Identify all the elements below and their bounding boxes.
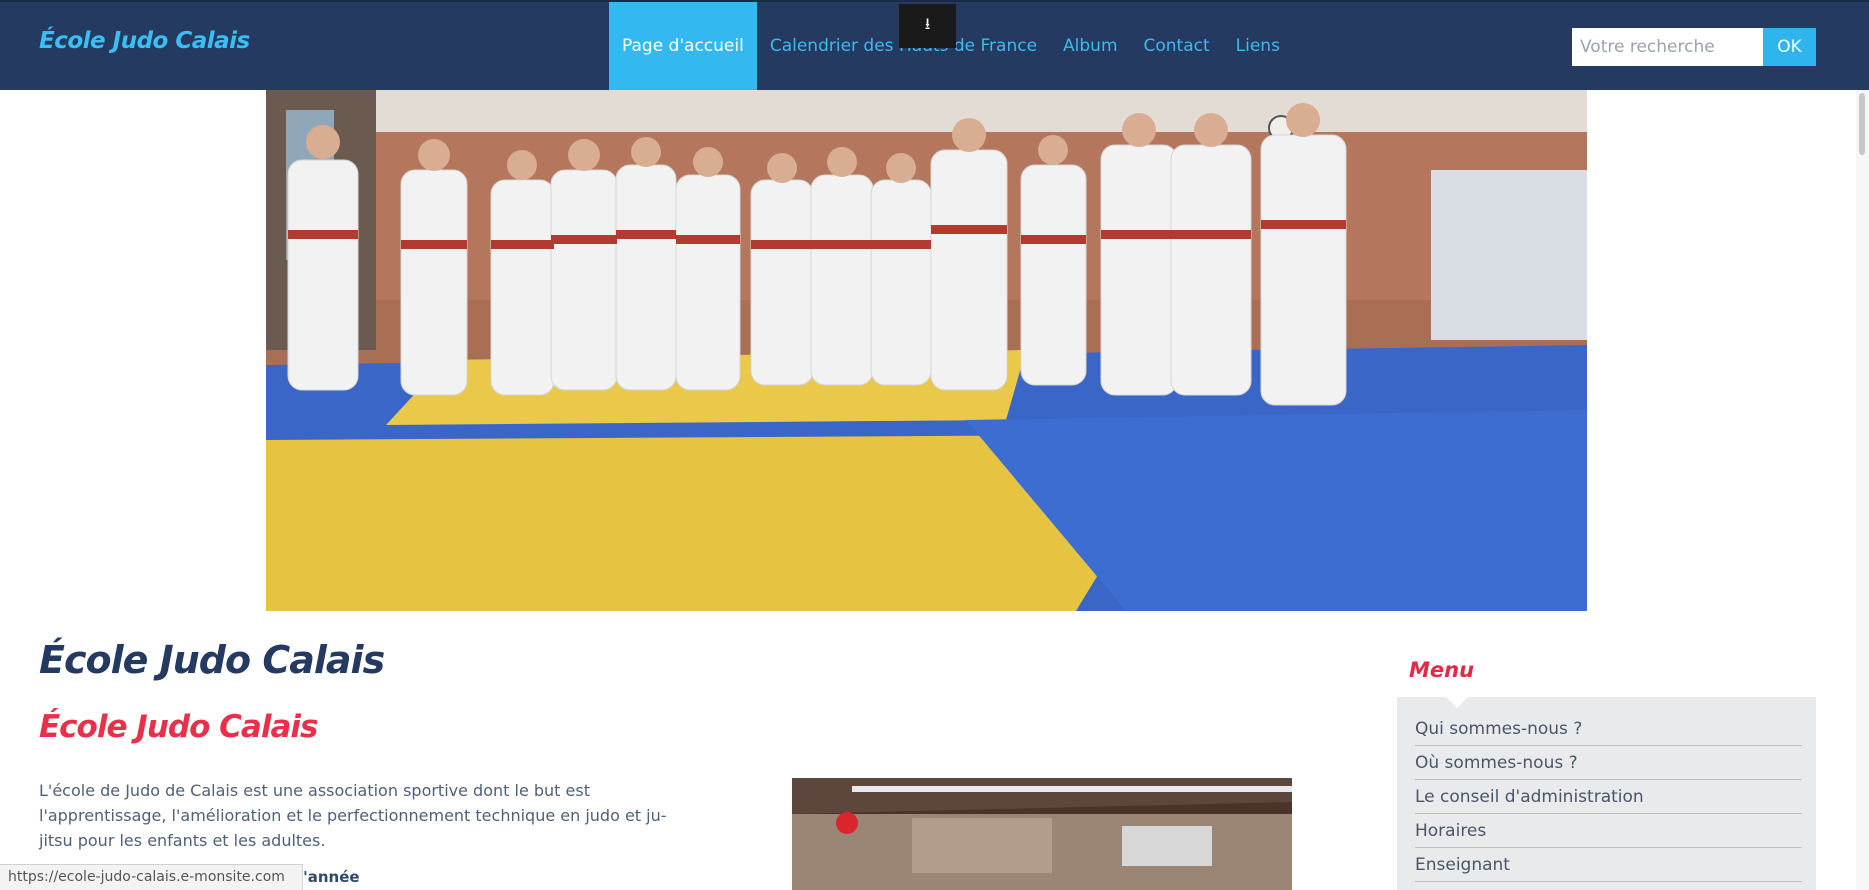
sidebar-menu: Qui sommes-nous ? Où sommes-nous ? Le co… [1415, 712, 1802, 882]
subtitle-fragment: l'année [298, 868, 360, 886]
hero-judo-group-photo [266, 90, 1587, 611]
nav-links[interactable]: Liens [1223, 2, 1293, 90]
nav-contact[interactable]: Contact [1131, 2, 1223, 90]
scrollbar-thumb[interactable] [1859, 93, 1865, 155]
intro-paragraph: L'école de Judo de Calais est une associ… [39, 781, 667, 850]
site-brand[interactable]: École Judo Calais [39, 28, 250, 54]
sidebar-item-ou-sommes-nous[interactable]: Où sommes-nous ? [1415, 746, 1802, 780]
sidebar-item-horaires[interactable]: Horaires [1415, 814, 1802, 848]
nav-home[interactable]: Page d'accueil [609, 2, 757, 90]
sidebar-item-conseil-administration[interactable]: Le conseil d'administration [1415, 780, 1802, 814]
dojo-interior-photo [792, 778, 1292, 890]
page-title: École Judo Calais [39, 638, 385, 682]
download-icon[interactable]: ⭳ [899, 4, 956, 48]
search-button[interactable]: OK [1763, 28, 1816, 66]
section-title: École Judo Calais [39, 709, 318, 745]
sidebar-menu-title: Menu [1409, 658, 1475, 682]
nav-album[interactable]: Album [1050, 2, 1130, 90]
status-bar-url: https://ecole-judo-calais.e-monsite.com [0, 864, 303, 890]
sidebar-item-qui-sommes-nous[interactable]: Qui sommes-nous ? [1415, 712, 1802, 746]
top-navbar: École Judo Calais Page d'accueil Calendr… [0, 0, 1869, 90]
vertical-scrollbar[interactable] [1856, 90, 1869, 890]
search-input[interactable] [1572, 28, 1763, 66]
sidebar-item-enseignant[interactable]: Enseignant [1415, 848, 1802, 882]
menu-pointer [1446, 697, 1468, 708]
